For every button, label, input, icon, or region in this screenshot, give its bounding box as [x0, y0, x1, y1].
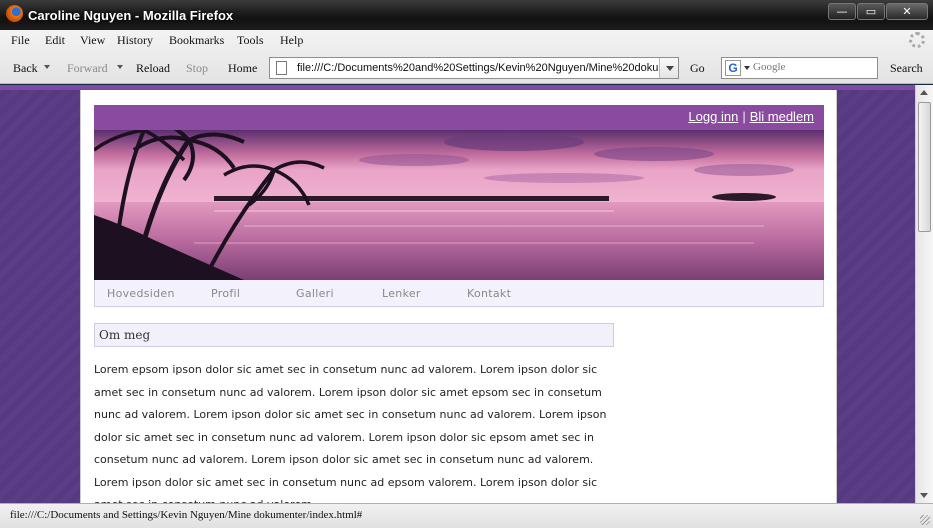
scroll-down-icon[interactable] — [920, 493, 928, 498]
menu-edit[interactable]: Edit — [45, 33, 65, 48]
status-bar: file:///C:/Documents and Settings/Kevin … — [0, 503, 933, 528]
menu-file[interactable]: File — [11, 33, 30, 48]
signup-link[interactable]: Bli medlem — [750, 109, 814, 124]
search-button[interactable]: Search — [890, 61, 923, 76]
nav-link-kontakt[interactable]: Kontakt — [467, 287, 511, 300]
menu-tools[interactable]: Tools — [237, 33, 264, 48]
section-header: Om meg — [94, 323, 614, 347]
section-title: Om meg — [99, 328, 151, 342]
address-bar[interactable]: file:///C:/Documents%20and%20Settings/Ke… — [269, 57, 679, 79]
forward-button[interactable]: Forward — [67, 61, 108, 76]
nav-link-profil[interactable]: Profil — [211, 287, 240, 300]
window-controls: — ▭ ✕ — [827, 3, 928, 20]
nav-link-lenker[interactable]: Lenker — [382, 287, 421, 300]
nav-link-galleri[interactable]: Galleri — [296, 287, 334, 300]
about-body-text: Lorem epsom ipson dolor sic amet sec in … — [94, 363, 607, 503]
banner-illustration — [94, 130, 824, 280]
search-box[interactable]: G — [721, 57, 878, 79]
resize-grip-icon[interactable] — [920, 515, 930, 525]
address-input[interactable]: file:///C:/Documents%20and%20Settings/Ke… — [297, 62, 659, 74]
maximize-button[interactable]: ▭ — [857, 3, 885, 20]
site-header: Logg inn | Bli medlem — [94, 105, 824, 130]
window-title: Caroline Nguyen - Mozilla Firefox — [28, 8, 234, 23]
navigation-toolbar: Back Forward Reload Stop Home file:///C:… — [0, 54, 933, 82]
menu-history[interactable]: History — [117, 33, 153, 48]
menu-bar: File Edit View History Bookmarks Tools H… — [0, 30, 933, 52]
address-dropdown-button[interactable] — [659, 58, 678, 78]
scrollbar-thumb[interactable] — [918, 102, 931, 232]
back-dropdown-icon[interactable] — [44, 65, 50, 69]
sunset-banner-image — [94, 130, 824, 280]
reload-button[interactable]: Reload — [136, 61, 170, 76]
back-button[interactable]: Back — [13, 61, 38, 76]
search-engine-dropdown-icon[interactable] — [744, 66, 750, 70]
search-input[interactable] — [753, 61, 873, 73]
scroll-up-icon[interactable] — [920, 90, 928, 95]
page-icon — [276, 61, 287, 75]
vertical-scrollbar[interactable] — [915, 85, 933, 503]
google-icon[interactable]: G — [725, 60, 741, 76]
stop-button[interactable]: Stop — [186, 61, 208, 76]
browser-chrome: File Edit View History Bookmarks Tools H… — [0, 30, 933, 84]
login-link[interactable]: Logg inn — [688, 109, 738, 124]
menu-bookmarks[interactable]: Bookmarks — [169, 33, 224, 48]
header-links: Logg inn | Bli medlem — [688, 109, 814, 124]
status-text: file:///C:/Documents and Settings/Kevin … — [10, 509, 363, 521]
menu-help[interactable]: Help — [280, 33, 303, 48]
firefox-icon — [6, 5, 23, 22]
title-bar: Caroline Nguyen - Mozilla Firefox — ▭ ✕ — [0, 0, 933, 30]
minimize-button[interactable]: — — [828, 3, 856, 20]
page-viewport: Logg inn | Bli medlem Hovedsiden Profil … — [0, 85, 915, 503]
close-button[interactable]: ✕ — [886, 3, 928, 20]
go-button[interactable]: Go — [690, 61, 705, 76]
nav-link-hovedsiden[interactable]: Hovedsiden — [107, 287, 175, 300]
site-navigation: Hovedsiden Profil Galleri Lenker Kontakt — [94, 280, 824, 307]
throbber-icon — [909, 32, 925, 48]
home-button[interactable]: Home — [228, 61, 257, 76]
site-container: Logg inn | Bli medlem Hovedsiden Profil … — [80, 90, 837, 503]
forward-dropdown-icon[interactable] — [117, 65, 123, 69]
menu-view[interactable]: View — [80, 33, 105, 48]
header-link-separator: | — [742, 109, 746, 124]
